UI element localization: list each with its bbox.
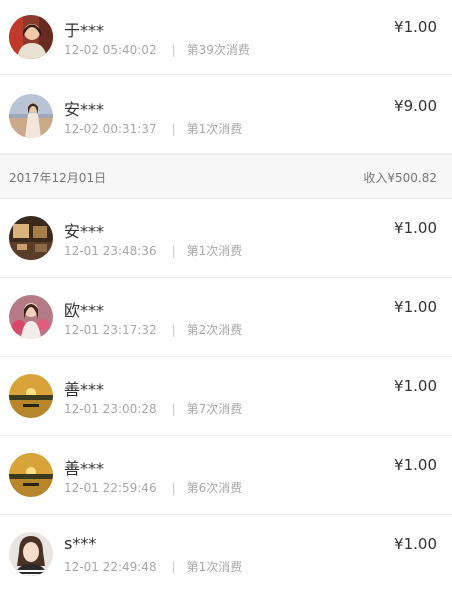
record-meta: 12-01 22:49:48 | 第1次消费 <box>64 558 242 575</box>
record-meta: 12-01 23:17:32 | 第2次消费 <box>64 321 242 338</box>
user-avatar <box>9 94 53 138</box>
separator: | <box>171 122 176 136</box>
record-amount: ¥9.00 <box>394 97 437 115</box>
customer-name: 善*** <box>64 459 105 478</box>
record-meta: 12-02 05:40:02 | 第39次消费 <box>64 41 250 58</box>
record-amount: ¥1.00 <box>394 219 437 237</box>
customer-name: 欧*** <box>64 301 105 320</box>
record-time: 12-01 23:17:32 <box>64 323 157 337</box>
visit-count: 第2次消费 <box>186 323 243 337</box>
visit-count: 第1次消费 <box>186 560 243 574</box>
record-row[interactable]: 安*** 12-02 00:31:37 | 第1次消费 ¥9.00 <box>0 75 452 154</box>
customer-name: s*** <box>64 534 97 553</box>
customer-name: 安*** <box>64 222 105 241</box>
record-row[interactable]: 于*** 12-02 05:40:02 | 第39次消费 ¥1.00 <box>0 0 452 75</box>
visit-count: 第1次消费 <box>186 244 243 258</box>
separator: | <box>171 244 176 258</box>
record-amount: ¥1.00 <box>394 377 437 395</box>
record-row[interactable]: 安*** 12-01 23:48:36 | 第1次消费 ¥1.00 <box>0 199 452 278</box>
day-summary-header: 2017年12月01日 收入¥500.82 <box>0 154 452 199</box>
customer-name: 善*** <box>64 380 105 399</box>
record-row[interactable]: 善*** 12-01 22:59:46 | 第6次消费 ¥1.00 <box>0 436 452 515</box>
user-avatar <box>9 532 53 576</box>
record-amount: ¥1.00 <box>394 535 437 553</box>
record-row[interactable]: 善*** 12-01 23:00:28 | 第7次消费 ¥1.00 <box>0 357 452 436</box>
separator: | <box>171 43 176 57</box>
record-time: 12-01 22:49:48 <box>64 560 157 574</box>
day-income: 收入¥500.82 <box>363 171 437 185</box>
record-time: 12-01 22:59:46 <box>64 481 157 495</box>
customer-name: 安*** <box>64 100 105 119</box>
visit-count: 第1次消费 <box>186 122 243 136</box>
day-date: 2017年12月01日 <box>9 171 107 185</box>
record-meta: 12-01 23:48:36 | 第1次消费 <box>64 242 242 259</box>
record-time: 12-02 05:40:02 <box>64 43 157 57</box>
separator: | <box>171 560 176 574</box>
user-avatar <box>9 453 53 497</box>
separator: | <box>171 402 176 416</box>
record-amount: ¥1.00 <box>394 18 437 36</box>
separator: | <box>171 323 176 337</box>
user-avatar <box>9 295 53 339</box>
record-time: 12-02 00:31:37 <box>64 122 157 136</box>
visit-count: 第6次消费 <box>186 481 243 495</box>
record-amount: ¥1.00 <box>394 456 437 474</box>
separator: | <box>171 481 176 495</box>
customer-name: 于*** <box>64 21 105 40</box>
user-avatar <box>9 374 53 418</box>
visit-count: 第39次消费 <box>186 43 250 57</box>
record-meta: 12-01 22:59:46 | 第6次消费 <box>64 479 242 496</box>
record-time: 12-01 23:00:28 <box>64 402 157 416</box>
record-meta: 12-02 00:31:37 | 第1次消费 <box>64 120 242 137</box>
user-avatar <box>9 216 53 260</box>
record-meta: 12-01 23:00:28 | 第7次消费 <box>64 400 242 417</box>
consumption-record-list: 于*** 12-02 05:40:02 | 第39次消费 ¥1.00 安*** 12… <box>0 0 452 594</box>
record-row[interactable]: s*** 12-01 22:49:48 | 第1次消费 ¥1.00 <box>0 515 452 594</box>
record-amount: ¥1.00 <box>394 298 437 316</box>
record-row[interactable]: 欧*** 12-01 23:17:32 | 第2次消费 ¥1.00 <box>0 278 452 357</box>
visit-count: 第7次消费 <box>186 402 243 416</box>
record-time: 12-01 23:48:36 <box>64 244 157 258</box>
user-avatar <box>9 15 53 59</box>
